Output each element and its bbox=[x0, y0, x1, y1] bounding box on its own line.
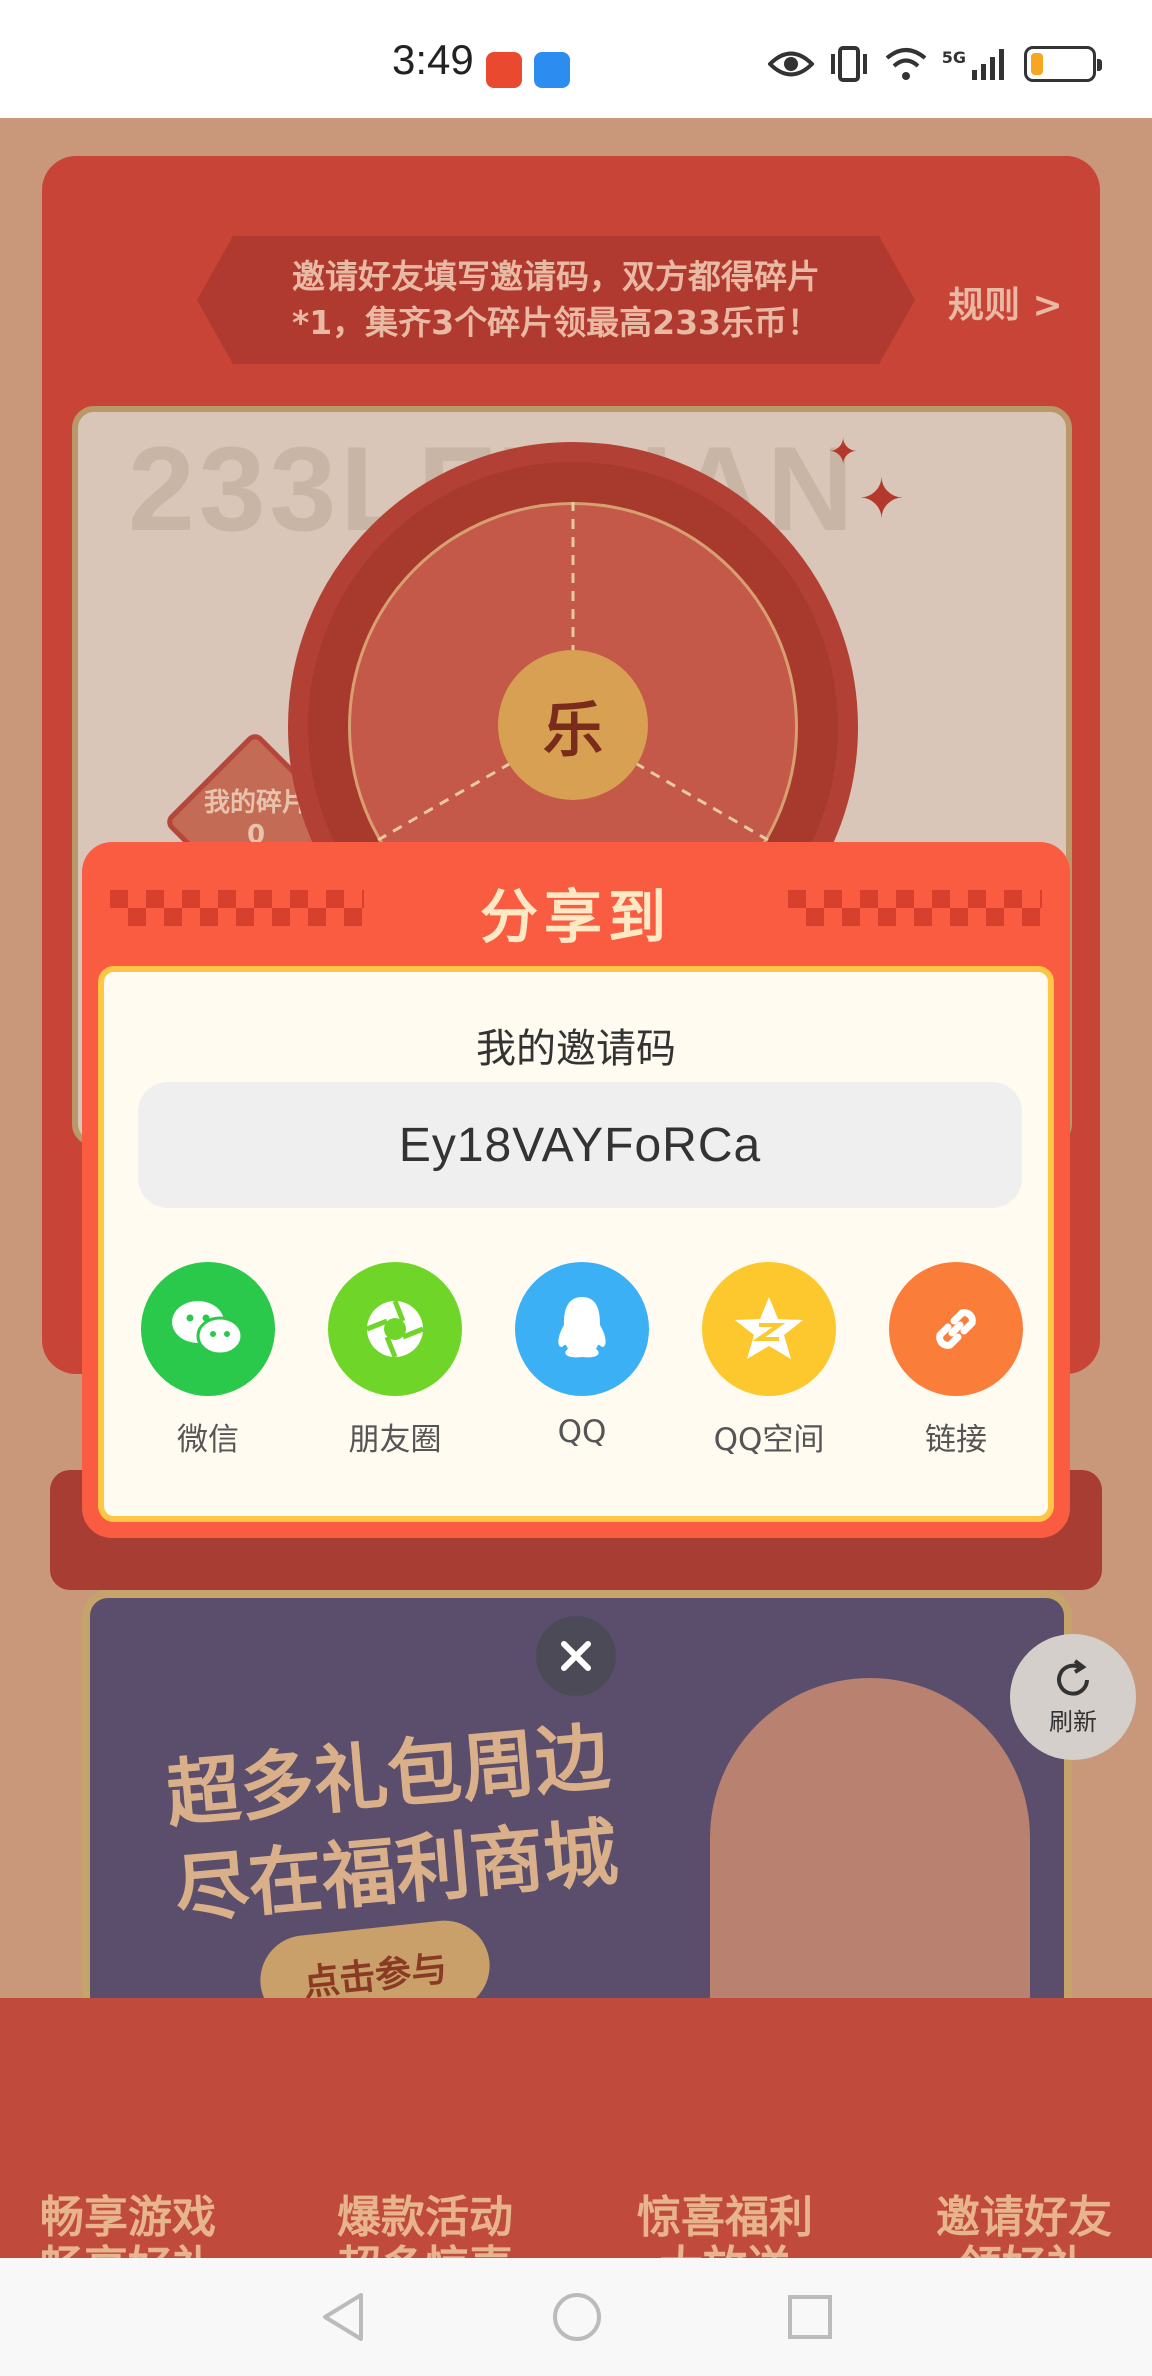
eye-icon bbox=[767, 51, 814, 77]
share-link-button[interactable]: 链接 bbox=[886, 1262, 1026, 1459]
close-icon bbox=[561, 1641, 591, 1671]
share-moments-label: 朋友圈 bbox=[348, 1422, 442, 1458]
link-icon bbox=[889, 1262, 1023, 1396]
feature-line-1: 邀请好友 bbox=[936, 2192, 1112, 2243]
battery-level bbox=[1031, 53, 1043, 75]
rules-link[interactable]: 规则 > bbox=[948, 276, 1063, 328]
sparkle-icon: ✦ bbox=[828, 432, 859, 473]
features-strip: 畅享游戏 畅享好礼 爆款活动 超多惊喜 惊喜福利 大放送 邀请好友 领好礼 bbox=[0, 1998, 1152, 2293]
wifi-icon bbox=[885, 48, 927, 80]
banner-text: 邀请好友填写邀请码，双方都得碎片 *1，集齐3个碎片领最高233乐币！ bbox=[197, 254, 915, 346]
invite-code-label: 我的邀请码 bbox=[476, 1026, 676, 1072]
vibrate-icon bbox=[830, 46, 867, 82]
wheel-center-button[interactable]: 乐 bbox=[498, 650, 648, 800]
share-qq-label: QQ bbox=[557, 1414, 607, 1450]
close-dialog-button[interactable] bbox=[536, 1616, 616, 1696]
moments-icon bbox=[328, 1262, 462, 1396]
share-dialog: 分享到 我的邀请码 Ey18VAYFoRCa 微信 朋友圈 QQ QQ空间 链接 bbox=[82, 842, 1070, 1538]
qzone-icon bbox=[702, 1262, 836, 1396]
feature-line-1: 惊喜福利 bbox=[637, 2192, 813, 2243]
system-nav-bar bbox=[0, 2258, 1152, 2376]
share-qq-button[interactable]: QQ bbox=[512, 1262, 652, 1450]
share-wechat-button[interactable]: 微信 bbox=[138, 1262, 278, 1459]
battery-icon bbox=[1024, 46, 1102, 82]
refresh-label: 刷新 bbox=[1049, 1707, 1097, 1736]
banner-line-1: 邀请好友填写邀请码，双方都得碎片 bbox=[292, 257, 820, 296]
notification-icon bbox=[486, 52, 522, 88]
feature-line-1: 爆款活动 bbox=[337, 2192, 513, 2243]
network-label: 5G bbox=[941, 47, 966, 67]
feature-line-1: 畅享游戏 bbox=[40, 2192, 216, 2243]
recents-icon[interactable] bbox=[785, 2292, 835, 2342]
refresh-button[interactable]: 刷新 bbox=[1010, 1634, 1136, 1760]
status-bar: 3:49 5G bbox=[0, 0, 1152, 118]
banner-line-2: *1，集齐3个碎片领最高233乐币！ bbox=[291, 303, 821, 342]
share-qzone-button[interactable]: QQ空间 bbox=[699, 1262, 839, 1459]
sparkle-icon: ✦ bbox=[858, 467, 905, 532]
status-time: 3:49 bbox=[392, 36, 474, 83]
share-moments-button[interactable]: 朋友圈 bbox=[325, 1262, 465, 1459]
share-qzone-label: QQ空间 bbox=[713, 1422, 825, 1458]
share-wechat-label: 微信 bbox=[177, 1422, 239, 1458]
refresh-icon bbox=[1057, 1658, 1089, 1696]
home-icon[interactable] bbox=[549, 2289, 605, 2345]
invite-code-field[interactable]: Ey18VAYFoRCa bbox=[138, 1082, 1022, 1208]
mall-title: 超多礼包周边 尽在福利商城 bbox=[162, 1709, 621, 1939]
share-link-label: 链接 bbox=[925, 1422, 987, 1458]
signal-icon bbox=[972, 49, 1004, 80]
weather-icon bbox=[534, 52, 570, 88]
qq-icon bbox=[515, 1262, 649, 1396]
back-icon[interactable] bbox=[317, 2289, 369, 2345]
share-content: 我的邀请码 Ey18VAYFoRCa 微信 朋友圈 QQ QQ空间 链接 bbox=[98, 966, 1054, 1522]
wechat-icon bbox=[141, 1262, 275, 1396]
share-dialog-title: 分享到 bbox=[479, 883, 672, 951]
status-icons: 5G bbox=[767, 44, 1102, 84]
